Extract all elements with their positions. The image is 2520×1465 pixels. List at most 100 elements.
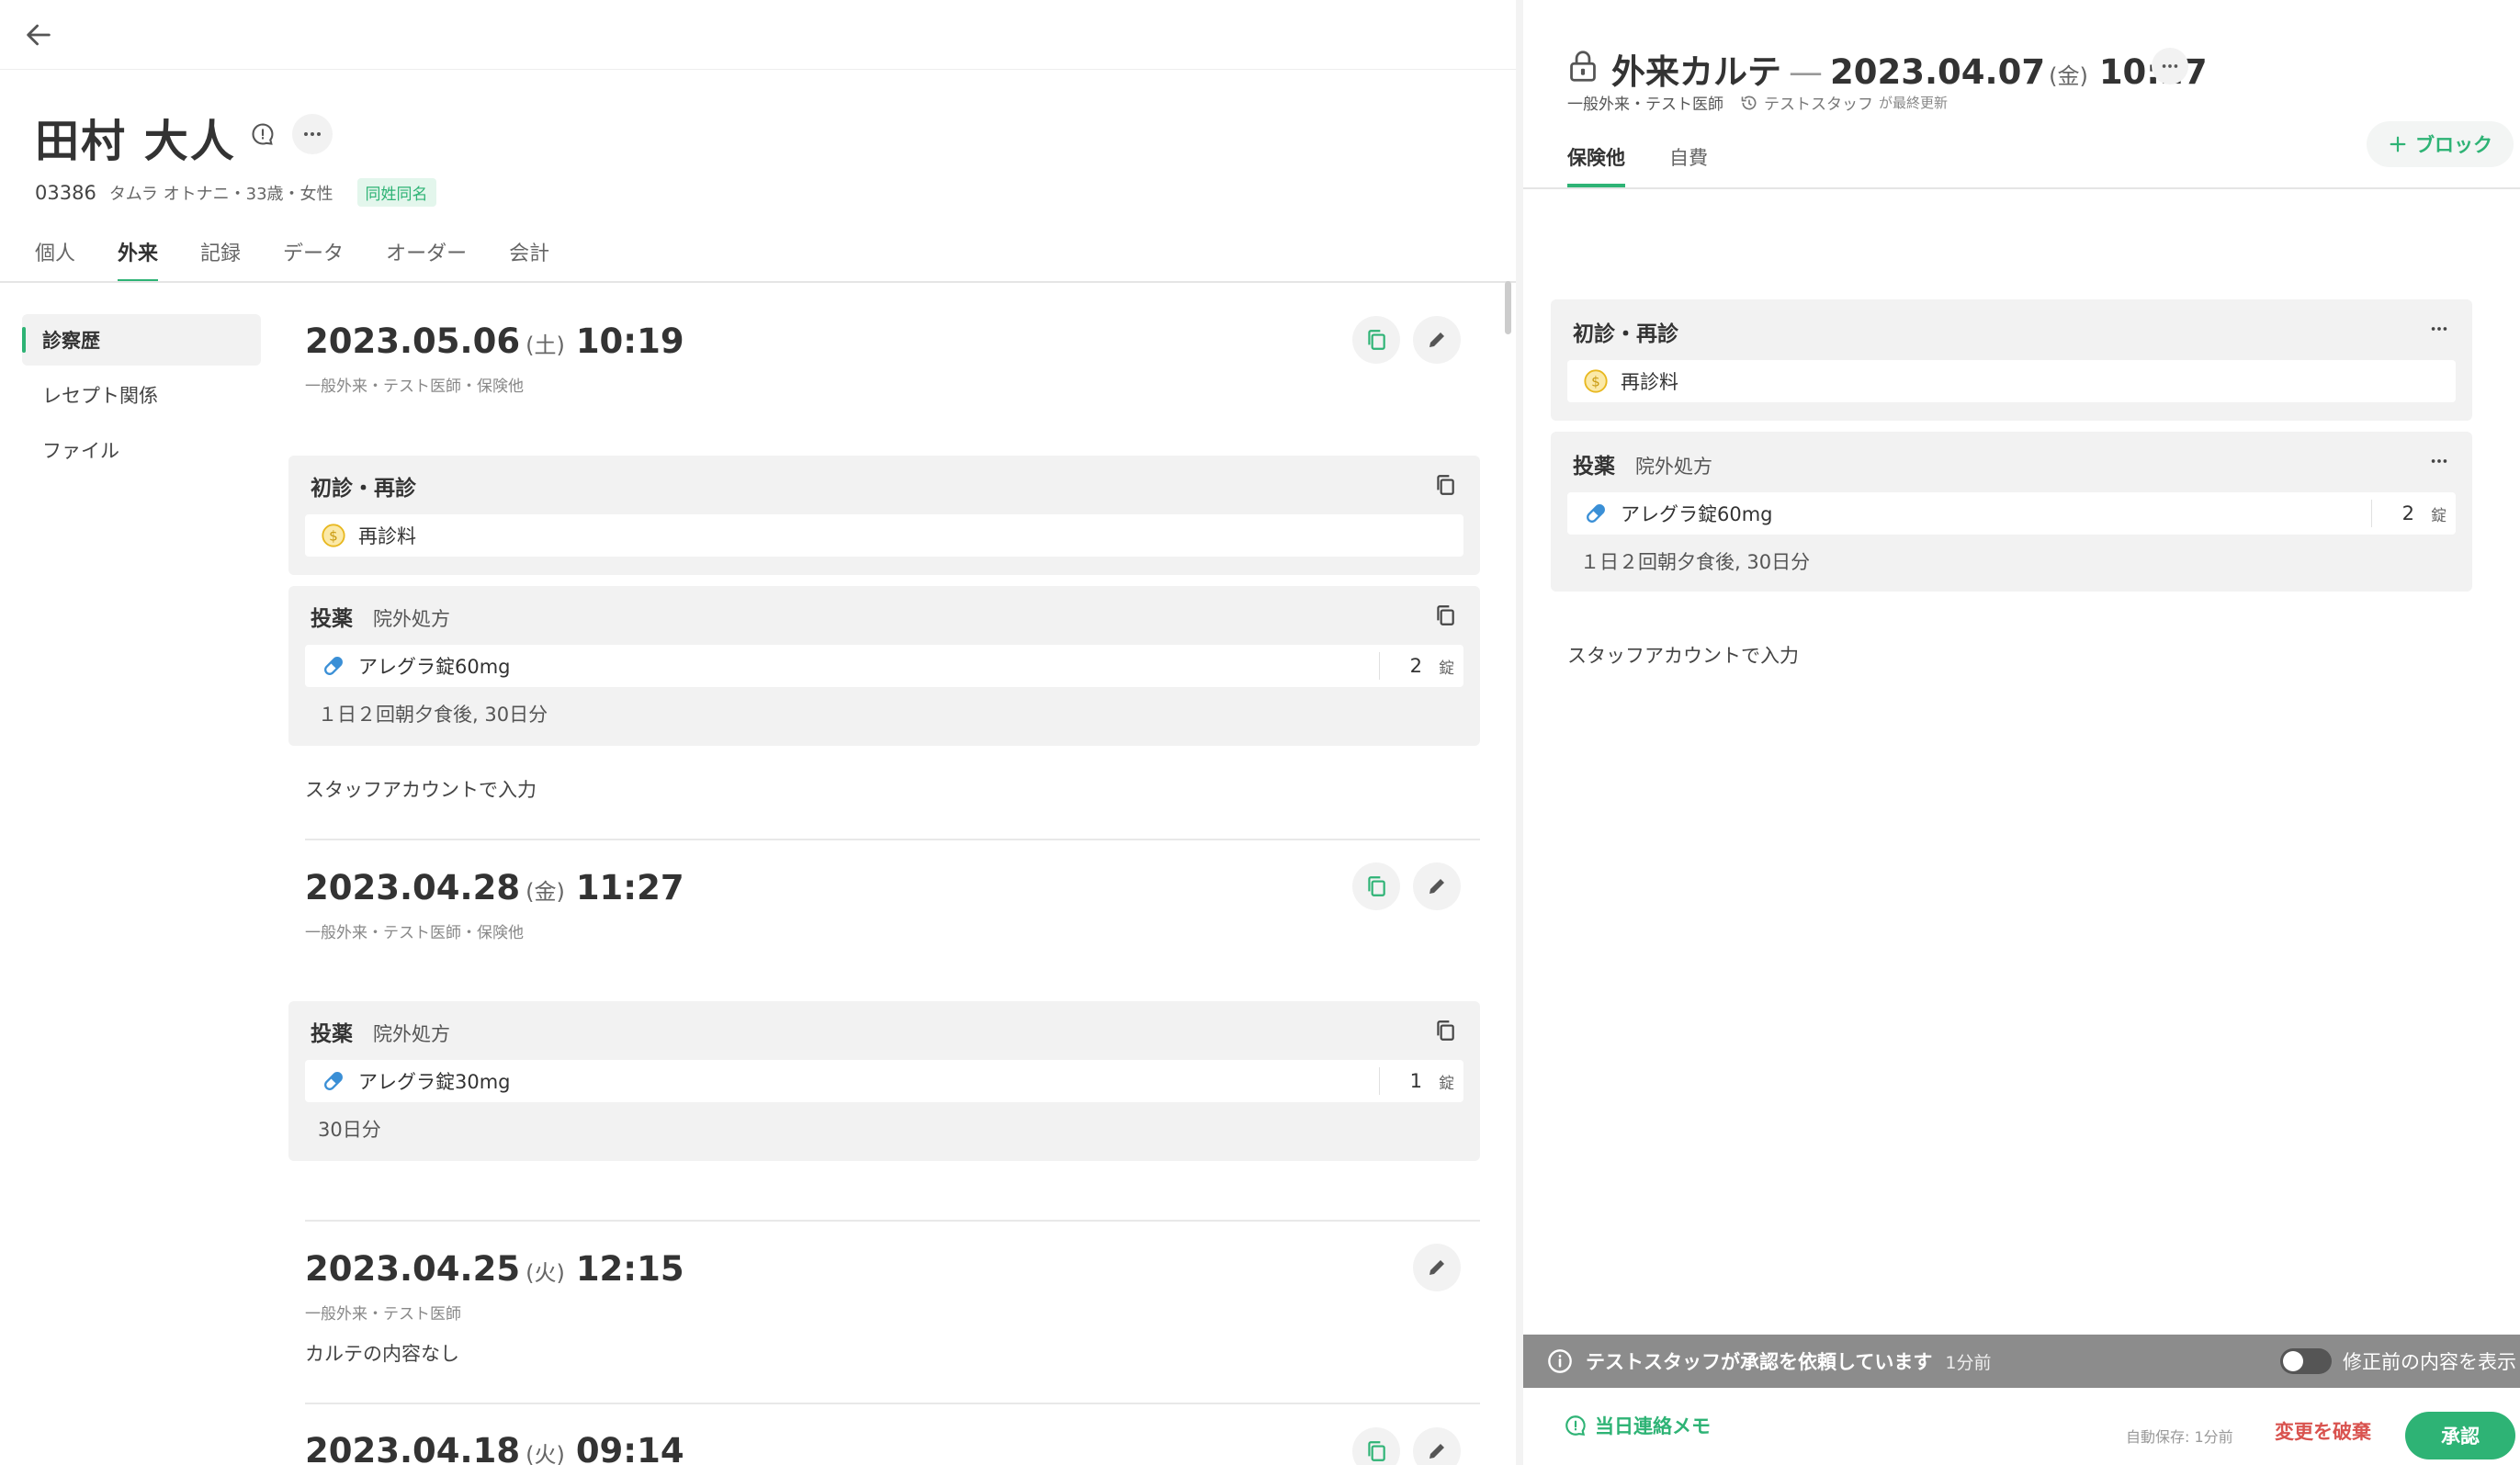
tab-divider <box>0 281 1516 283</box>
tab-personal[interactable]: 個人 <box>35 237 75 283</box>
tab-records[interactable]: 記録 <box>200 237 241 283</box>
tab-billing[interactable]: 会計 <box>509 237 549 283</box>
karte-dow: (金) <box>2049 63 2088 89</box>
record-edit-button[interactable] <box>1413 862 1461 910</box>
scrollbar[interactable] <box>1505 281 1511 334</box>
block-title-text: 投薬 <box>311 607 353 631</box>
info-icon <box>1548 1349 1572 1373</box>
patient-more-button[interactable] <box>292 114 333 154</box>
record-copy-button[interactable] <box>1352 1427 1400 1465</box>
same-name-badge: 同姓同名 <box>356 178 436 207</box>
patient-history-pane: 田村 大人 03386 タムラ オトナニ・33歳・女性 同姓同名 個人 外来 記… <box>0 0 1516 1465</box>
medication-name: アレグラ錠30mg <box>358 1071 511 1093</box>
copy-icon <box>1368 876 1385 896</box>
pencil-icon <box>1430 332 1444 347</box>
block-title-text: 投薬 <box>1573 455 1615 479</box>
record-edit-button[interactable] <box>1413 1244 1461 1291</box>
block-more-button[interactable] <box>2423 445 2456 478</box>
karte-date: 2023.04.07 <box>1830 52 2046 92</box>
karte-more-button[interactable] <box>2152 48 2188 85</box>
patient-memo-button[interactable] <box>243 114 283 154</box>
sidenav-item-receipt[interactable]: レセプト関係 <box>22 369 261 421</box>
medication-block: 投薬 院外処方 アレグラ錠60mg 2錠 １日２回朝夕食後, 30日分 <box>1551 432 2472 592</box>
add-block-label: ブロック <box>2415 134 2492 156</box>
pill-icon <box>320 652 347 680</box>
discard-changes-button[interactable]: 変更を破棄 <box>2275 1417 2371 1445</box>
quantity-value: 2 <box>2401 502 2414 524</box>
tab-divider <box>1523 187 2520 189</box>
tab-data[interactable]: データ <box>283 237 344 283</box>
sidenav-item-history[interactable]: 診察歴 <box>22 314 261 366</box>
approval-request-bar: テストスタッフが承認を依頼しています 1分前 修正前の内容を表示 <box>1523 1335 2520 1388</box>
block-copy-button[interactable] <box>1429 468 1462 501</box>
karte-title-dash: — <box>1789 52 1823 92</box>
block-item-row[interactable]: $ 再診料 <box>1567 360 2456 402</box>
block-title: 初診・再診 <box>1573 322 1678 346</box>
dosage-note: １日２回朝夕食後, 30日分 <box>318 704 548 726</box>
back-button[interactable] <box>17 13 61 57</box>
ellipsis-icon <box>2431 459 2447 463</box>
quantity-value: 1 <box>1409 1070 1422 1092</box>
quantity-unit: 錠 <box>2431 506 2447 525</box>
tab-self-pay[interactable]: 自費 <box>1669 143 1708 187</box>
block-item-label: 再診料 <box>358 525 416 547</box>
quantity-cell[interactable]: 2錠 <box>2371 500 2456 527</box>
block-item-row[interactable]: $ 再診料 <box>305 514 1463 557</box>
pencil-icon <box>1430 1260 1444 1275</box>
add-block-button[interactable]: ブロック <box>2367 121 2514 167</box>
medication-block: 投薬 院外処方 アレグラ錠60mg 2錠 １日２回朝夕食後, 30日分 <box>288 586 1480 746</box>
tab-insurance[interactable]: 保険他 <box>1567 143 1625 187</box>
record-edit-button[interactable] <box>1413 1427 1461 1465</box>
record-copy-button[interactable] <box>1352 316 1400 364</box>
record-date: 2023.04.18 <box>305 1431 521 1465</box>
karte-editor-pane: 外来カルテ—2023.04.07(金)10:27 一般外来・テスト医師 テストス… <box>1523 0 2520 1465</box>
copy-icon <box>1437 1020 1454 1041</box>
visit-block: 初診・再診 $ 再診料 <box>1551 299 2472 421</box>
record-time: 12:15 <box>575 1249 684 1289</box>
block-copy-button[interactable] <box>1429 599 1462 632</box>
daily-memo-button[interactable]: 当日連絡メモ <box>1564 1412 1711 1439</box>
block-more-button[interactable] <box>2423 312 2456 345</box>
copy-icon <box>1437 605 1454 625</box>
toggle-knob <box>2283 1351 2303 1371</box>
record-time: 11:27 <box>575 868 684 907</box>
sidenav-item-files[interactable]: ファイル <box>22 424 261 476</box>
medication-name: アレグラ錠60mg <box>1621 503 1773 525</box>
block-item-label: 再診料 <box>1621 371 1678 393</box>
tab-orders[interactable]: オーダー <box>386 237 467 283</box>
record-date: 2023.04.25 <box>305 1249 521 1289</box>
medication-row[interactable]: アレグラ錠30mg 1錠 <box>305 1060 1463 1102</box>
block-copy-button[interactable] <box>1429 1014 1462 1047</box>
quantity-unit: 錠 <box>1439 659 1454 678</box>
record-subtitle: 一般外来・テスト医師・保険他 <box>305 924 524 942</box>
memo-icon <box>1565 1415 1586 1437</box>
medication-row[interactable]: アレグラ錠60mg 2錠 <box>305 645 1463 687</box>
record-copy-button[interactable] <box>1352 862 1400 910</box>
pane-divider[interactable] <box>1516 0 1523 1465</box>
show-original-label: 修正前の内容を表示 <box>2343 1351 2516 1373</box>
record-dow: (土) <box>525 332 565 358</box>
record-card: 2023.04.18 (火) 09:14 <box>288 1422 1480 1465</box>
karte-free-text[interactable]: スタッフアカウントで入力 <box>1567 641 1799 669</box>
pill-icon <box>320 1067 347 1095</box>
tab-outpatient[interactable]: 外来 <box>118 237 159 283</box>
svg-text:$: $ <box>1591 373 1600 389</box>
ellipsis-icon <box>2162 64 2178 68</box>
record-dow: (火) <box>525 1442 565 1465</box>
quantity-cell: 2錠 <box>1379 652 1463 680</box>
approve-button[interactable]: 承認 <box>2405 1412 2515 1459</box>
arrow-left-icon <box>27 24 51 46</box>
show-original-toggle[interactable] <box>2280 1348 2332 1374</box>
quantity-unit: 錠 <box>1439 1074 1454 1093</box>
medication-row[interactable]: アレグラ錠60mg 2錠 <box>1567 492 2456 535</box>
record-time: 10:19 <box>575 321 684 361</box>
medication-block: 投薬 院外処方 アレグラ錠30mg 1錠 30日分 <box>288 1001 1480 1161</box>
speech-bubble-icon <box>252 123 274 145</box>
main-tabs: 個人 外来 記録 データ オーダー 会計 <box>35 237 549 283</box>
copy-icon <box>1437 475 1454 495</box>
record-edit-button[interactable] <box>1413 316 1461 364</box>
record-datetime: 2023.04.28 (金) 11:27 <box>305 868 684 907</box>
approval-time: 1分前 <box>1945 1352 1992 1373</box>
copy-icon <box>1368 1441 1385 1461</box>
pencil-icon <box>1430 879 1444 894</box>
